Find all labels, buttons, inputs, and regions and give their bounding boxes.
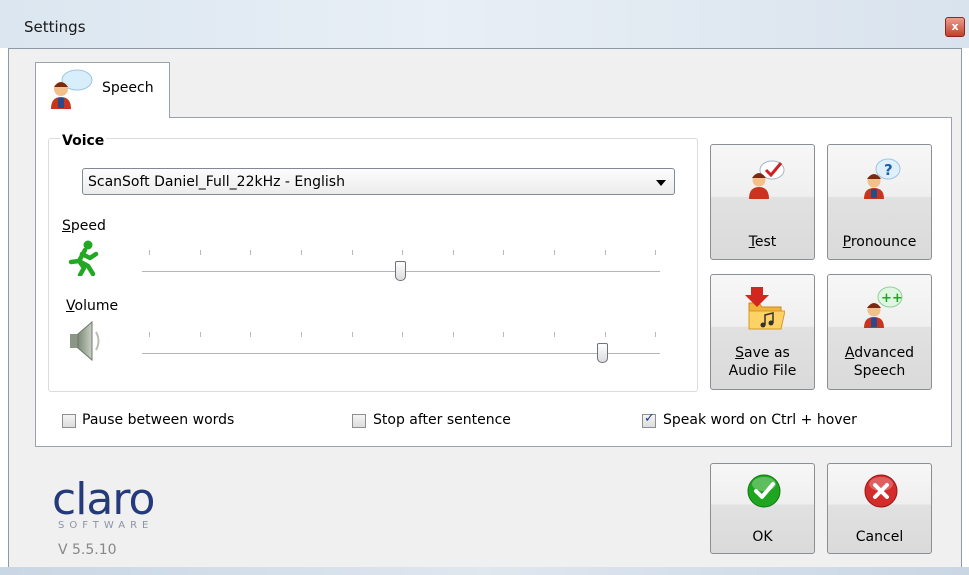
speak-word-ctrl-hover-checkbox[interactable]: ✓ — [642, 411, 656, 428]
pause-between-words-label: Pause between words — [82, 412, 235, 428]
chevron-down-icon — [656, 180, 666, 186]
speed-slider-thumb[interactable] — [395, 261, 406, 281]
pause-between-words-checkbox[interactable] — [62, 414, 76, 428]
svg-text:++: ++ — [881, 291, 903, 306]
volume-slider-thumb[interactable] — [597, 343, 608, 363]
advanced-speech-button[interactable]: ++ Advanced Speech — [827, 274, 932, 390]
cancel-button[interactable]: Cancel — [827, 463, 932, 554]
stop-after-sentence-label: Stop after sentence — [373, 412, 511, 428]
green-check-icon — [747, 474, 781, 508]
speaking-person-icon — [51, 69, 93, 109]
tab-speech-label: Speech — [102, 80, 154, 96]
running-man-icon — [68, 240, 99, 276]
close-button[interactable]: x — [945, 17, 965, 37]
speak-word-ctrl-hover-label: Speak word on Ctrl + hover — [663, 412, 857, 428]
save-folder-icon — [745, 287, 785, 330]
claro-logo: claro SOFTWARE — [52, 474, 155, 532]
title-bar: Settings x — [0, 0, 969, 48]
speech-question-icon: ? — [864, 158, 901, 199]
window-title: Settings — [24, 18, 86, 36]
settings-window: Settings x Speech Voice ScanSoft Daniel_… — [0, 0, 969, 575]
pronounce-button[interactable]: ? Pronounce — [827, 144, 932, 260]
speed-label: Speed — [62, 218, 106, 234]
window-bottom-border — [0, 567, 969, 575]
version-text: V 5.5.10 — [58, 542, 117, 558]
speaker-icon — [70, 320, 100, 362]
voice-group-label: Voice — [60, 133, 107, 149]
speech-check-icon — [749, 160, 785, 199]
stop-after-sentence-checkbox[interactable] — [352, 414, 366, 428]
ok-button[interactable]: OK — [710, 463, 815, 554]
red-x-icon — [864, 474, 898, 508]
voice-select-value: ScanSoft Daniel_Full_22kHz - English — [88, 174, 345, 190]
checkmark-icon: ✓ — [644, 411, 655, 426]
volume-label: Volume — [66, 298, 119, 314]
svg-text:?: ? — [884, 161, 893, 179]
save-audio-file-button[interactable]: Save as Audio File — [710, 274, 815, 390]
test-button[interactable]: Test — [710, 144, 815, 260]
speech-plus-icon: ++ — [864, 286, 903, 328]
